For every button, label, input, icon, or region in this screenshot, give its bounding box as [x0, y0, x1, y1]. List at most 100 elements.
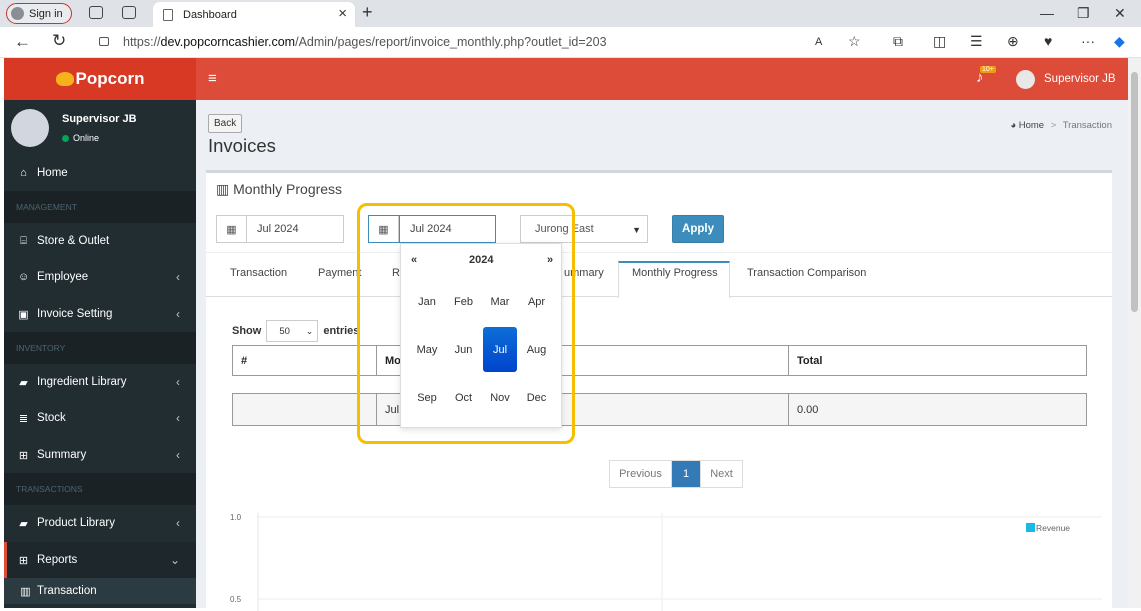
bar-chart-icon: ▥: [20, 585, 31, 598]
sidebar-item-store-outlet[interactable]: ⌸ Store & Outlet: [4, 223, 196, 259]
header-user-name[interactable]: Supervisor JB: [1044, 73, 1116, 85]
from-month-picker[interactable]: ▦ Jul 2024: [216, 215, 344, 243]
legend-label: Revenue: [1036, 523, 1070, 533]
online-dot-icon: [62, 134, 69, 142]
close-window-icon[interactable]: ✕: [1114, 5, 1126, 22]
bar-chart-icon: ▥: [216, 181, 230, 197]
back-arrow-icon[interactable]: ←: [14, 32, 31, 52]
read-aloud-icon[interactable]: A: [815, 36, 822, 48]
home-icon: ⌂: [20, 167, 27, 179]
new-tab-icon[interactable]: +: [362, 2, 373, 23]
browser-tab[interactable]: Dashboard ×: [153, 2, 355, 27]
sidebar-item-home[interactable]: ⌂ Home: [4, 155, 196, 191]
page-number-button[interactable]: 1: [672, 461, 700, 487]
notification-badge: 10+: [980, 66, 996, 73]
page-icon: [163, 8, 173, 21]
browser-essentials-icon[interactable]: ♥: [1044, 33, 1052, 49]
sidebar-heading-transactions: TRANSACTIONS: [4, 473, 196, 505]
sidebar-item-stock[interactable]: ≣ Stock ‹: [4, 400, 196, 436]
close-tab-icon[interactable]: ×: [338, 5, 347, 22]
chevron-down-icon: ⌄: [305, 326, 314, 336]
sign-in-label: Sign in: [29, 7, 63, 20]
previous-page-button[interactable]: Previous: [610, 461, 672, 487]
sidebar-item-summary[interactable]: ⊞ Summary ‹: [4, 437, 196, 473]
table-cell: 0.00: [788, 393, 1087, 426]
popcorn-icon: [55, 72, 74, 86]
tab-actions-icon[interactable]: [122, 6, 136, 19]
chevron-left-icon: ‹: [176, 448, 180, 462]
user-avatar: [11, 109, 49, 147]
book-icon: ▰: [19, 376, 28, 389]
monthly-progress-box: ▥ Monthly Progress ▦ Jul 2024 ▦ Jul 2024…: [206, 170, 1112, 611]
sidebar-item-reports[interactable]: ⊞ Reports ⌄: [4, 542, 196, 578]
split-screen-icon[interactable]: ◫: [933, 33, 946, 50]
sidebar-item-ingredient-library[interactable]: ▰ Ingredient Library ‹: [4, 364, 196, 400]
copilot-icon[interactable]: ◆: [1114, 33, 1125, 50]
y-tick-label: 0.5: [230, 595, 242, 604]
next-page-button[interactable]: Next: [700, 461, 742, 487]
tab-title: Dashboard: [183, 8, 237, 21]
minimize-icon[interactable]: —: [1040, 5, 1054, 21]
breadcrumb: ◕ Home > Transaction: [1010, 120, 1112, 131]
tab-transaction[interactable]: Transaction: [230, 267, 287, 279]
url-field[interactable]: https://dev.popcorncashier.com/Admin/pag…: [123, 35, 607, 49]
address-bar: ← ↻ https://dev.popcorncashier.com/Admin…: [0, 27, 1141, 58]
sidebar-heading-management: MANAGEMENT: [4, 191, 196, 223]
chevron-left-icon: ‹: [176, 307, 180, 321]
show-entries: Show 50 ⌄ entries: [232, 320, 359, 342]
chevron-left-icon: ‹: [176, 516, 180, 530]
table-icon: ⊞: [18, 449, 29, 462]
dashboard-icon: ◕: [1010, 120, 1017, 131]
database-icon: ≣: [18, 412, 29, 425]
chevron-left-icon: ‹: [176, 411, 180, 425]
breadcrumb-home[interactable]: Home: [1019, 120, 1044, 131]
tab-payment[interactable]: Payment: [318, 267, 361, 279]
favorite-star-icon[interactable]: ☆: [848, 33, 861, 50]
menu-toggle-icon[interactable]: ≡: [208, 70, 217, 87]
sidebar-item-invoice-setting[interactable]: ▣ Invoice Setting ‹: [4, 296, 196, 332]
brand-logo[interactable]: Popcorn: [4, 58, 196, 100]
extensions-icon[interactable]: ⧉: [893, 33, 903, 50]
chevron-left-icon: ‹: [176, 270, 180, 284]
main-content: Back Invoices ◕ Home > Transaction ▥ Mon…: [196, 100, 1128, 611]
chevron-left-icon: ‹: [176, 375, 180, 389]
from-month-input[interactable]: Jul 2024: [247, 216, 309, 242]
users-icon: ☺: [18, 271, 30, 283]
page-title: Invoices: [208, 135, 276, 156]
calendar-icon: ▦: [217, 216, 247, 242]
y-tick-label: 1.0: [230, 513, 242, 522]
entries-select[interactable]: 50 ⌄: [266, 320, 319, 342]
browser-tab-bar: Sign in Dashboard × + — ❐ ✕: [0, 0, 1141, 27]
column-header[interactable]: Total: [788, 345, 1087, 376]
chevron-down-icon: ▼: [632, 225, 641, 235]
scrollbar-thumb[interactable]: [1131, 72, 1138, 312]
profile-icon: [11, 7, 24, 20]
restore-icon[interactable]: ❐: [1077, 5, 1090, 22]
column-header[interactable]: #: [232, 345, 377, 376]
sidebar-item-employee[interactable]: ☺ Employee ‹: [4, 259, 196, 295]
more-icon[interactable]: ···: [1081, 33, 1095, 49]
sidebar-subitem-transaction[interactable]: ▥ Transaction: [4, 578, 196, 604]
box-title: ▥ Monthly Progress: [216, 181, 343, 197]
apply-button[interactable]: Apply: [672, 215, 724, 243]
sidebar-heading-inventory: INVENTORY: [4, 332, 196, 364]
sidebar-item-product-library[interactable]: ▰ Product Library ‹: [4, 505, 196, 541]
workspaces-icon[interactable]: [89, 6, 103, 19]
collections-icon[interactable]: ⊕: [1007, 33, 1019, 50]
header-avatar[interactable]: [1016, 70, 1035, 89]
back-button[interactable]: Back: [208, 114, 243, 133]
report-tabs: Transaction Payment Re ummary Monthly Pr…: [206, 252, 1112, 298]
pagination: Previous 1 Next: [609, 460, 743, 488]
favorites-icon[interactable]: ☰: [970, 33, 983, 50]
app-header: Popcorn ≡ ♪ 10+ Supervisor JB: [4, 58, 1128, 100]
tab-transaction-comparison[interactable]: Transaction Comparison: [747, 267, 866, 279]
lock-icon[interactable]: [99, 37, 109, 46]
reload-icon[interactable]: ↻: [52, 31, 66, 51]
money-icon: ▣: [18, 308, 29, 321]
sign-in-button[interactable]: Sign in: [6, 3, 72, 24]
chevron-down-icon: ⌄: [169, 553, 180, 567]
table-cell: [232, 393, 377, 426]
tab-monthly-progress[interactable]: Monthly Progress: [632, 267, 718, 279]
book-icon: ▰: [19, 517, 28, 530]
highlight-annotation: [357, 203, 575, 444]
